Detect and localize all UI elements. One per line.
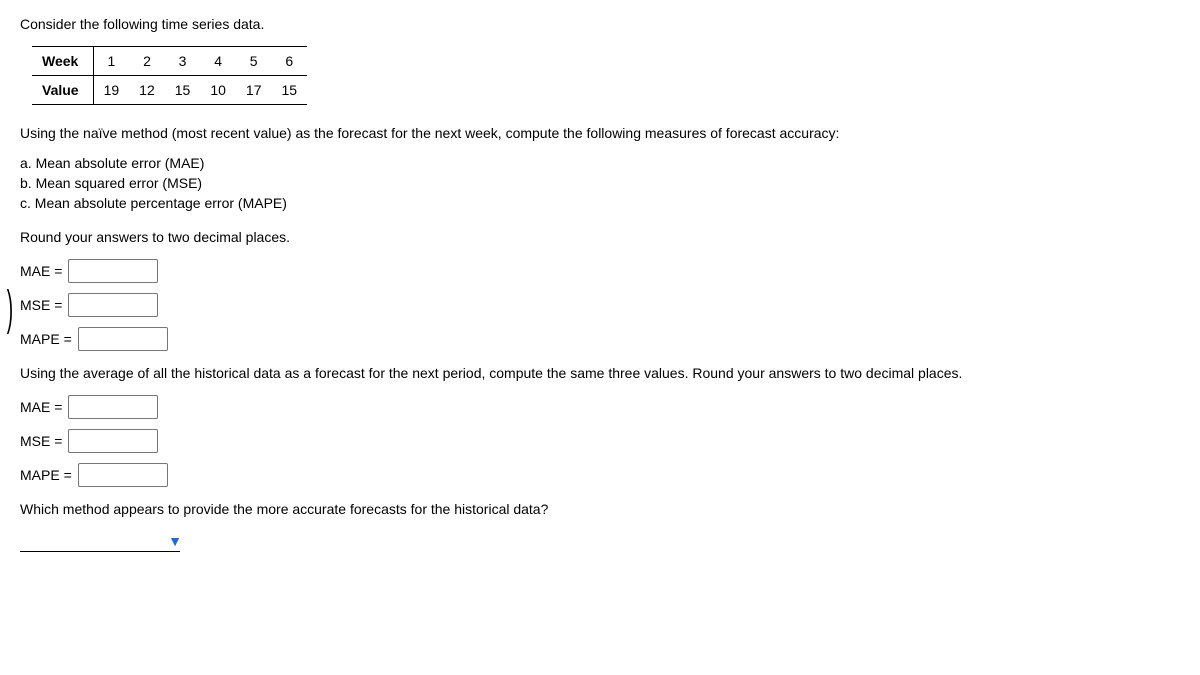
mse-label-2: MSE = [20,433,62,449]
row-header-week: Week [32,47,93,76]
week-cell: 3 [165,47,201,76]
mae-input-1[interactable] [68,259,158,283]
value-cell: 19 [93,76,129,105]
mae-label-2: MAE = [20,399,62,415]
value-cell: 12 [129,76,165,105]
intro-text: Consider the following time series data. [20,16,1180,32]
mape-label-2: MAPE = [20,467,72,483]
method-select[interactable]: ▼ [20,531,180,552]
week-cell: 6 [271,47,307,76]
item-b: b. Mean squared error (MSE) [20,175,1180,191]
rounding-note: Round your answers to two decimal places… [20,229,1180,245]
mse-input-2[interactable] [68,429,158,453]
brace-decoration: ) [7,281,13,336]
value-cell: 15 [271,76,307,105]
mse-input-1[interactable] [68,293,158,317]
week-cell: 5 [236,47,272,76]
chevron-down-icon: ▼ [168,533,182,549]
week-cell: 4 [200,47,236,76]
final-question: Which method appears to provide the more… [20,501,1180,517]
mae-input-2[interactable] [68,395,158,419]
mse-label-1: MSE = [20,297,62,313]
naive-method-instruction: Using the naïve method (most recent valu… [20,125,1180,141]
subquestion-list: a. Mean absolute error (MAE) b. Mean squ… [20,155,1180,211]
week-cell: 2 [129,47,165,76]
item-a: a. Mean absolute error (MAE) [20,155,1180,171]
average-method-instruction: Using the average of all the historical … [20,365,1180,381]
item-c: c. Mean absolute percentage error (MAPE) [20,195,1180,211]
mape-label-1: MAPE = [20,331,72,347]
mae-label-1: MAE = [20,263,62,279]
week-cell: 1 [93,47,129,76]
data-table: Week 1 2 3 4 5 6 Value 19 12 15 10 17 15 [32,46,307,105]
mape-input-1[interactable] [78,327,168,351]
value-cell: 15 [165,76,201,105]
value-cell: 10 [200,76,236,105]
mape-input-2[interactable] [78,463,168,487]
value-cell: 17 [236,76,272,105]
row-header-value: Value [32,76,93,105]
